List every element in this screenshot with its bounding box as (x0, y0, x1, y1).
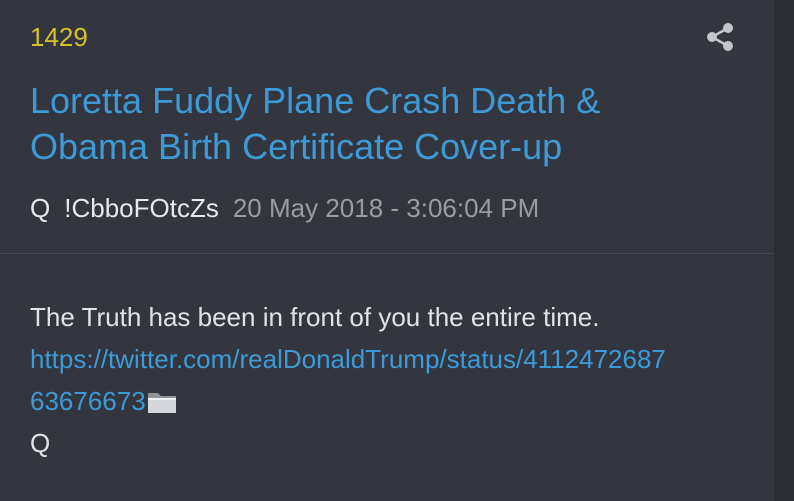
post-date: 20 May 2018 - 3:06:04 PM (232, 193, 540, 223)
post-title-line: Obama Birth Certificate Cover-up (30, 126, 563, 167)
post-title[interactable]: Loretta Fuddy Plane Crash Death & Obama … (30, 78, 750, 170)
tweet-link-line: 63676673 (30, 380, 750, 422)
post-meta: Q !CbboFOtcZs 20 May 2018 - 3:06:04 PM (30, 191, 539, 225)
tweet-link-line: https://twitter.com/realDonaldTrump/stat… (30, 338, 750, 380)
divider (0, 253, 774, 254)
post-card: 1429 Loretta Fuddy Plane Crash Death & O… (0, 0, 774, 501)
signature: Q (30, 428, 51, 458)
body-text: The Truth has been in front of you the e… (30, 302, 600, 332)
post-number: 1429 (30, 22, 88, 52)
post-title-line: Loretta Fuddy Plane Crash Death & (30, 80, 601, 121)
share-icon[interactable] (706, 22, 734, 52)
folder-icon[interactable] (146, 388, 178, 416)
tweet-link-continued[interactable]: 63676673 (30, 386, 146, 416)
scrollbar-track[interactable] (774, 0, 794, 501)
tweet-link[interactable]: https://twitter.com/realDonaldTrump/stat… (30, 344, 666, 374)
post-body: The Truth has been in front of you the e… (30, 296, 750, 464)
tripcode: !CbboFOtcZs (64, 193, 219, 223)
author-name: Q (30, 193, 51, 223)
